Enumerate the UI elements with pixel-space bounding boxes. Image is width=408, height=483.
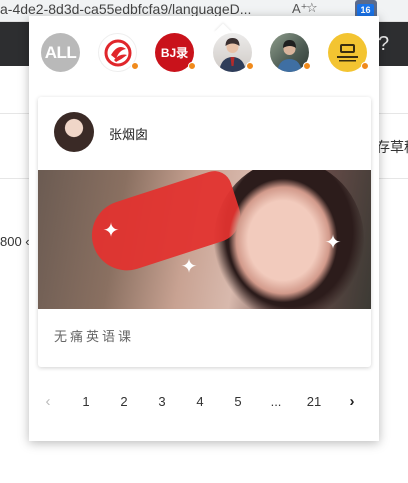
page-3[interactable]: 3	[150, 390, 174, 414]
account-filter-row: ALL BJ录	[41, 33, 369, 73]
page: a-4de2-8d3d-ca55edbfcfa9/languageD... A⁺…	[0, 0, 408, 483]
page-ellipsis: ...	[270, 394, 282, 409]
account-person-2[interactable]	[270, 33, 311, 72]
page-4[interactable]: 4	[188, 390, 212, 414]
next-page-icon[interactable]: ›	[340, 390, 364, 414]
page-5[interactable]: 5	[226, 390, 250, 414]
account-yellow-logo[interactable]	[328, 33, 369, 72]
prev-page-icon[interactable]: ‹	[36, 390, 60, 414]
sparkle-icon: ✦	[180, 256, 198, 278]
help-icon[interactable]: ?	[378, 33, 389, 56]
sparkle-icon: ✦	[324, 232, 342, 254]
account-all[interactable]: ALL	[41, 33, 80, 72]
author-avatar	[54, 112, 94, 152]
notification-dot	[131, 62, 139, 70]
notification-dot	[303, 62, 311, 70]
notification-dot	[188, 62, 196, 70]
url-text[interactable]: a-4de2-8d3d-ca55edbfcfa9/languageD...	[0, 1, 251, 17]
bookmark-star-icon[interactable]: ☆	[306, 0, 318, 16]
account-fenghuang[interactable]	[98, 33, 139, 72]
sparkle-icon: ✦	[102, 220, 120, 242]
account-person-1[interactable]	[213, 33, 254, 72]
notification-dot	[246, 62, 254, 70]
account-bjl[interactable]: BJ录	[155, 33, 196, 72]
extension-popup: ALL BJ录 张烟囱 ✦ ✦ ✦ 无痛英语课 ‹ 1 2 3 4 5 ... …	[29, 16, 379, 441]
article-title: 无痛英语课	[54, 329, 135, 344]
page-21[interactable]: 21	[302, 390, 326, 414]
page-2[interactable]: 2	[112, 390, 136, 414]
article-cover-image[interactable]: ✦ ✦ ✦	[38, 170, 371, 309]
notification-dot	[361, 62, 369, 70]
pagination: ‹ 1 2 3 4 5 ... 21 ›	[29, 390, 379, 414]
page-1[interactable]: 1	[74, 390, 98, 414]
article-card[interactable]: 张烟囱 ✦ ✦ ✦ 无痛英语课	[38, 97, 371, 367]
save-draft-text[interactable]: 存草稿	[376, 137, 408, 157]
author-name: 张烟囱	[109, 127, 149, 142]
all-icon: ALL	[41, 33, 80, 72]
background-text: 800 ‹	[0, 234, 30, 249]
